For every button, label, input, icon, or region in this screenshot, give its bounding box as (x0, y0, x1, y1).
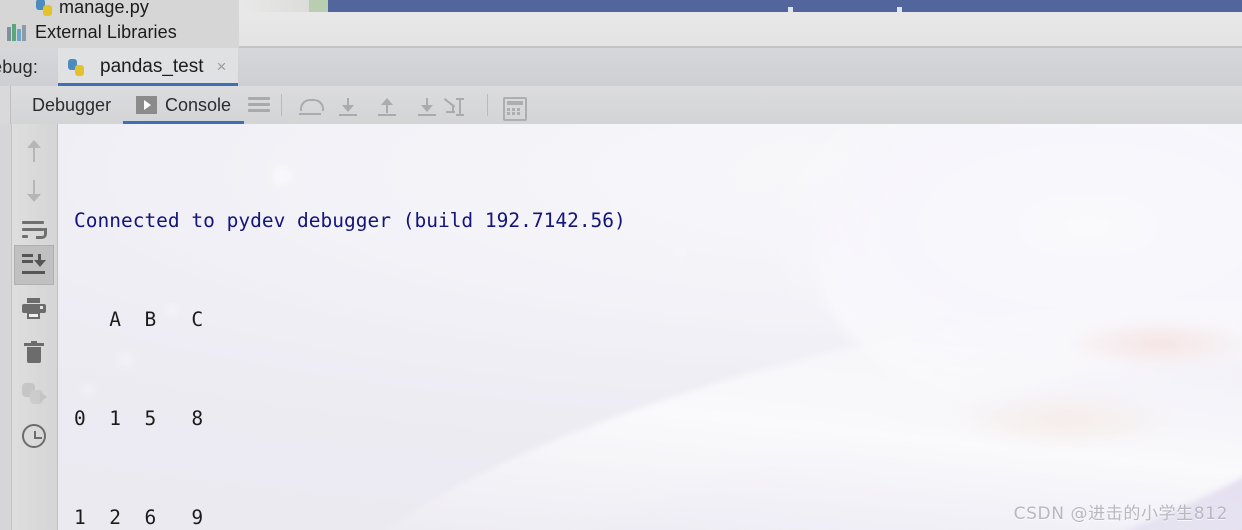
console-side-toolbar (12, 124, 58, 530)
force-step-into-icon[interactable] (416, 98, 438, 116)
tab-label: Console (165, 94, 232, 115)
editor-tab-stub-green (309, 0, 328, 12)
console-icon (136, 96, 157, 114)
debug-tab-bar: Debugger Console (0, 86, 1242, 125)
toolbar-separator (487, 94, 488, 116)
close-icon[interactable]: × (217, 57, 227, 77)
trash-icon[interactable] (14, 332, 54, 372)
run-tab-label: pandas_test (100, 56, 204, 77)
title-bar-marker (897, 7, 902, 12)
tree-item-external-libraries[interactable]: External Libraries (0, 20, 177, 44)
tab-console[interactable]: Console (123, 86, 245, 124)
python-file-icon (36, 0, 53, 16)
layout-menu-icon[interactable] (248, 97, 270, 113)
console-output-pane[interactable]: Connected to pydev debugger (build 192.7… (58, 124, 1242, 530)
pycharm-debug-console-window: manage.py External Libraries ebug: panda… (0, 0, 1242, 530)
tab-debugger[interactable]: Debugger (19, 86, 124, 124)
window-title-bar (328, 0, 1242, 12)
tree-item-label: External Libraries (35, 21, 177, 42)
watermark: CSDN @进击的小学生812 (1013, 504, 1228, 524)
tabbar-left-gutter (0, 86, 11, 124)
project-tree-pane: manage.py External Libraries (0, 0, 240, 48)
history-clock-icon[interactable] (14, 416, 54, 456)
python-console-icon (14, 374, 54, 414)
step-into-icon[interactable] (337, 98, 359, 116)
background-window-strip (239, 0, 1242, 48)
console-line: 0 1 5 8 (74, 407, 204, 430)
run-configuration-tab[interactable]: pandas_test × (58, 48, 239, 86)
step-out-icon[interactable] (376, 98, 398, 116)
evaluate-expression-icon[interactable] (503, 97, 527, 121)
debug-toolwindow-title: ebug: (0, 57, 39, 77)
scroll-to-end-icon[interactable] (14, 245, 54, 285)
editor-tab-stub (239, 0, 309, 12)
toolbar-separator (281, 94, 282, 116)
run-to-cursor-icon[interactable] (443, 98, 467, 116)
down-arrow-icon[interactable] (14, 171, 54, 211)
debug-toolwindow-header: ebug: pandas_test × (0, 48, 1242, 87)
console-text: Connected to pydev debugger (build 192.7… (74, 138, 1242, 530)
print-icon[interactable] (14, 289, 54, 329)
step-over-icon[interactable] (298, 98, 324, 116)
tab-label: Debugger (32, 94, 112, 115)
python-file-icon (68, 58, 85, 76)
console-left-gutter (0, 124, 12, 530)
console-line: Connected to pydev debugger (build 192.7… (74, 209, 626, 232)
tree-item-label: manage.py (59, 0, 149, 17)
up-arrow-icon[interactable] (14, 131, 54, 171)
tree-item-manage-py[interactable]: manage.py (0, 0, 149, 19)
external-libraries-icon (7, 23, 27, 41)
console-line: A B C (74, 308, 204, 331)
title-bar-marker (788, 7, 793, 12)
